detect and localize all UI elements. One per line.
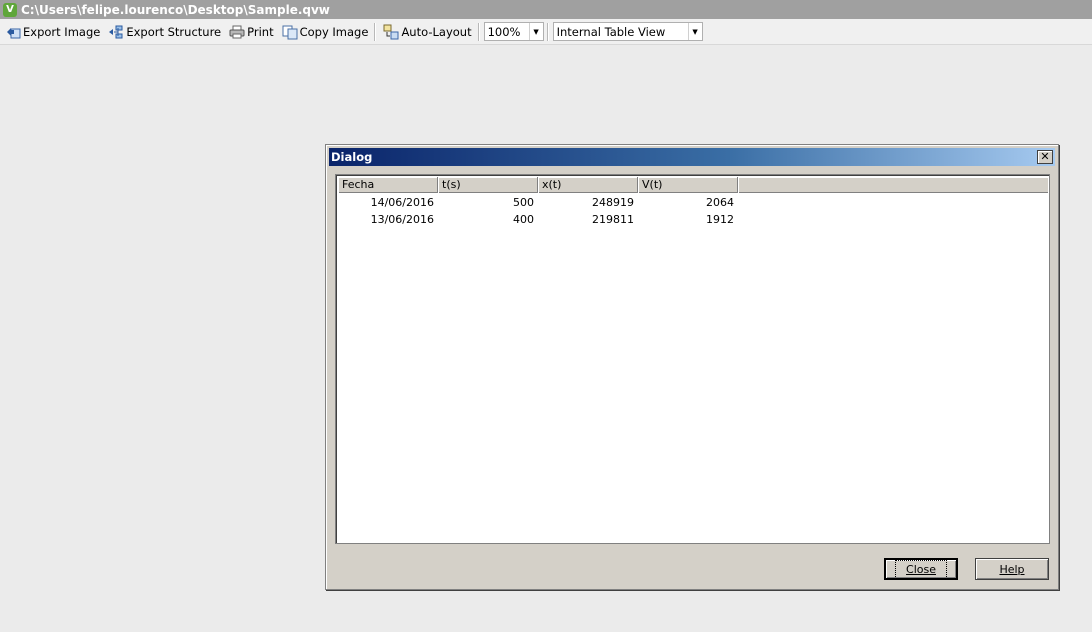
copy-image-icon	[282, 24, 298, 40]
table-cell: 500	[513, 196, 534, 209]
data-table: Fecha t(s) x(t) V(t) 14/06/2016 500 2489…	[335, 174, 1050, 544]
export-structure-button[interactable]: Export Structure	[105, 21, 224, 43]
chevron-down-icon[interactable]: ▼	[687, 23, 702, 40]
export-image-icon	[5, 24, 21, 40]
chevron-down-icon[interactable]: ▼	[528, 23, 543, 40]
export-structure-label: Export Structure	[126, 24, 222, 39]
zoom-value: 100%	[487, 24, 521, 39]
dialog-titlebar: Dialog ✕	[329, 148, 1055, 166]
dialog-title: Dialog	[331, 150, 373, 164]
close-button-label: Close	[895, 559, 947, 579]
table-cell: 248919	[592, 196, 634, 209]
table-row: 13/06/2016 400 219811 1912	[338, 211, 1048, 228]
export-structure-icon	[108, 24, 124, 40]
qlikview-app-icon: V	[3, 2, 17, 17]
window-titlebar: V C:\Users\felipe.lourenco\Desktop\Sampl…	[0, 0, 1092, 19]
table-cell: 14/06/2016	[370, 196, 434, 209]
help-button[interactable]: Help	[975, 558, 1049, 580]
copy-image-button[interactable]: Copy Image	[279, 21, 372, 43]
export-image-label: Export Image	[23, 24, 101, 39]
toolbar-separator	[477, 22, 479, 41]
auto-layout-label: Auto-Layout	[401, 24, 472, 39]
view-select[interactable]: Internal Table View ▼	[552, 22, 703, 41]
toolbar: Export Image Export Structure Print Copy…	[0, 19, 1092, 45]
column-header-t[interactable]: t(s)	[438, 177, 538, 193]
copy-image-label: Copy Image	[299, 24, 369, 39]
auto-layout-button[interactable]: Auto-Layout	[380, 21, 474, 43]
table-row: 14/06/2016 500 248919 2064	[338, 194, 1048, 211]
print-button[interactable]: Print	[226, 21, 276, 43]
column-header-v[interactable]: V(t)	[638, 177, 738, 193]
window-title: C:\Users\felipe.lourenco\Desktop\Sample.…	[21, 2, 330, 17]
table-header: Fecha t(s) x(t) V(t)	[338, 177, 1048, 193]
zoom-select[interactable]: 100% ▼	[483, 22, 544, 41]
column-header-fecha[interactable]: Fecha	[338, 177, 438, 193]
column-header-filler	[738, 177, 1048, 193]
auto-layout-icon	[383, 24, 399, 40]
printer-icon	[229, 24, 245, 40]
view-select-value: Internal Table View	[556, 24, 666, 39]
close-button[interactable]: Close	[884, 558, 958, 580]
toolbar-separator	[546, 22, 548, 41]
table-body: 14/06/2016 500 248919 2064 13/06/2016 40…	[338, 194, 1048, 228]
column-header-x[interactable]: x(t)	[538, 177, 638, 193]
close-icon[interactable]: ✕	[1037, 150, 1053, 164]
table-cell: 13/06/2016	[370, 213, 434, 226]
print-label: Print	[247, 24, 274, 39]
table-dialog: Dialog ✕ Fecha t(s) x(t) V(t) 14/06/2016…	[325, 144, 1059, 590]
table-cell: 219811	[592, 213, 634, 226]
export-image-button[interactable]: Export Image	[2, 21, 103, 43]
help-button-label: Help	[999, 562, 1025, 576]
table-cell: 400	[513, 213, 534, 226]
table-cell: 1912	[706, 213, 734, 226]
toolbar-separator	[374, 22, 376, 41]
table-cell: 2064	[706, 196, 734, 209]
